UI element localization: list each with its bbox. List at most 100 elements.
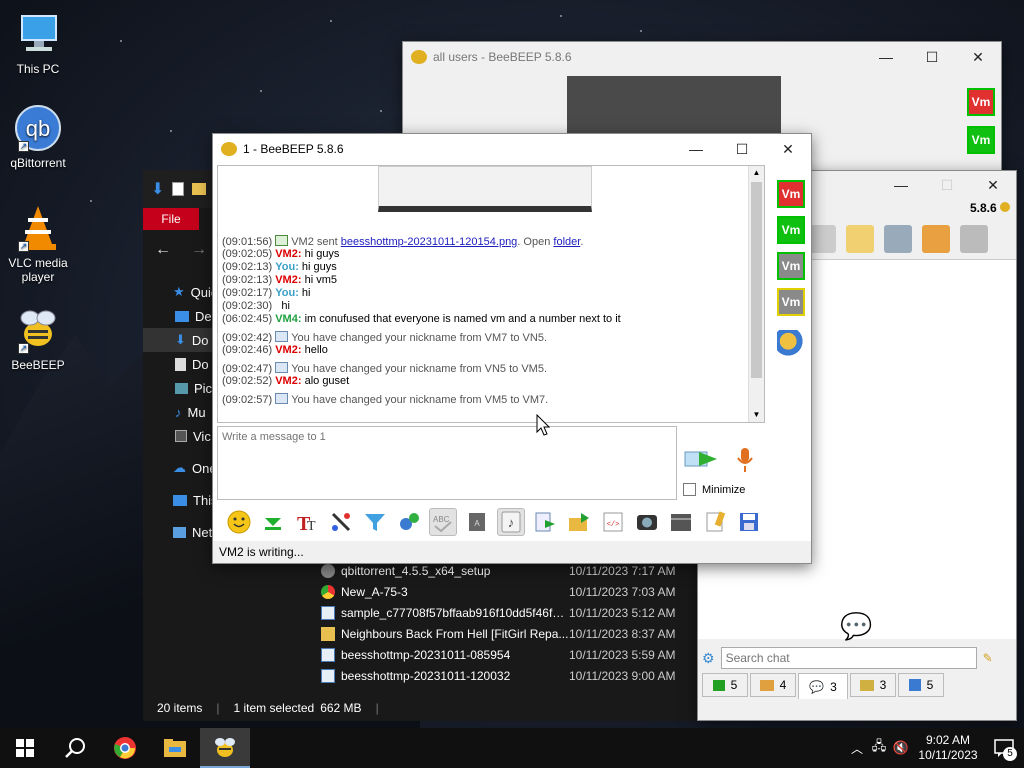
close-button[interactable]: ✕ (955, 42, 1001, 72)
scroll-down-icon[interactable]: ▼ (749, 408, 764, 422)
file-link[interactable]: beesshottmp-20231011-120154.png (341, 236, 518, 248)
tab-users[interactable]: 5 (702, 673, 748, 697)
chat-scrollbar[interactable]: ▲ ▼ (748, 166, 764, 422)
file-row[interactable]: Neighbours Back From Hell [FitGirl Repa.… (315, 623, 699, 644)
send-file-icon[interactable] (531, 508, 559, 536)
spellcheck-icon[interactable]: ABC (429, 508, 457, 536)
scroll-up-icon[interactable]: ▲ (749, 166, 764, 180)
update-icon[interactable] (922, 225, 950, 253)
folder-icon (321, 626, 335, 641)
forward-arrow-icon[interactable]: → (191, 241, 207, 259)
minimize-button[interactable]: — (673, 134, 719, 164)
minimize-button[interactable]: — (863, 42, 909, 72)
tab-chats[interactable]: 💬 3 (798, 673, 848, 699)
show-hidden-icons-icon[interactable]: ︿ (846, 740, 868, 757)
desktop-icon-beebeep[interactable]: ↗ BeeBEEP (0, 306, 78, 372)
notes-icon[interactable] (701, 508, 729, 536)
volume-muted-icon[interactable]: 🔇 (890, 740, 912, 756)
maximize-button[interactable]: ☐ (909, 42, 955, 72)
emoticon-icon[interactable] (225, 508, 253, 536)
notifications-button[interactable]: 5 (984, 728, 1024, 768)
desktop-icon-vlc[interactable]: ↗ VLC media player (0, 204, 78, 284)
minimize-button[interactable]: — (878, 170, 924, 200)
message-text: alo guset (304, 375, 350, 387)
clear-search-icon[interactable]: ✎ (983, 651, 993, 665)
clock[interactable]: 9:02 AM 10/11/2023 (912, 733, 984, 763)
microphone-button[interactable] (735, 446, 755, 474)
chrome-icon (321, 584, 335, 599)
down-arrow-icon[interactable]: ⬇ (151, 179, 164, 199)
save-chat-icon[interactable] (735, 508, 763, 536)
archive-icon[interactable] (667, 508, 695, 536)
taskbar-file-explorer[interactable] (150, 728, 200, 768)
user-avatar[interactable]: Vm (777, 288, 805, 316)
chat-titlebar[interactable]: 1 - BeeBEEP 5.8.6 — ☐ ✕ (213, 134, 811, 164)
user-avatar[interactable]: Vm (777, 216, 805, 244)
shared-screenshot-thumbnail[interactable] (378, 166, 592, 212)
minimize-checkbox[interactable] (683, 483, 696, 496)
close-button[interactable]: ✕ (765, 134, 811, 164)
user-avatar[interactable]: Vm (777, 252, 805, 280)
taskbar-chrome[interactable] (100, 728, 150, 768)
bee-icon (411, 50, 427, 64)
desktop-icon-this-pc[interactable]: This PC (0, 10, 78, 76)
send-button[interactable] (683, 444, 719, 474)
desktop-icon-qbittorrent[interactable]: qb ↗ qBittorrent (0, 104, 78, 170)
message-input[interactable] (218, 427, 676, 499)
chat-bubble-icon: 💬 (840, 611, 873, 641)
screenshot-icon[interactable] (633, 508, 661, 536)
file-row[interactable]: beesshottmp-20231011-120032 10/11/2023 9:… (315, 665, 699, 686)
trash-icon[interactable] (960, 225, 988, 253)
back-arrow-icon[interactable]: ← (155, 241, 171, 259)
tools-icon[interactable] (884, 225, 912, 253)
close-button[interactable]: ✕ (970, 170, 1016, 200)
file-transfer-icon (275, 235, 289, 246)
taskbar-beebeep[interactable] (200, 728, 250, 768)
network-icon[interactable]: 🖧 (868, 737, 890, 759)
qbittorrent-icon: qb ↗ (14, 104, 62, 152)
all-users-titlebar[interactable]: all users - BeeBEEP 5.8.6 — ☐ ✕ (403, 42, 1001, 72)
gears-icon[interactable] (395, 508, 423, 536)
dictionary-icon[interactable]: A (463, 508, 491, 536)
group-users-icon[interactable] (777, 330, 805, 358)
message-compose[interactable] (217, 426, 677, 500)
file-list: qbittorrent_4.5.5_x64_setup 10/11/2023 7:… (315, 560, 699, 686)
filter-icon[interactable] (361, 508, 389, 536)
send-folder-icon[interactable] (565, 508, 593, 536)
user-avatar[interactable]: Vm (967, 126, 995, 154)
search-input[interactable] (720, 647, 977, 669)
font-icon[interactable]: TT (293, 508, 321, 536)
user-avatar[interactable]: Vm (967, 88, 995, 116)
properties-icon[interactable] (172, 182, 185, 196)
music-icon: ♪ (175, 404, 182, 420)
sender-name: VM4 (275, 313, 298, 325)
scroll-thumb[interactable] (751, 182, 762, 378)
download-arrow-icon[interactable] (259, 508, 287, 536)
tab-groups[interactable]: 4 (750, 673, 796, 697)
html-icon[interactable]: </> (599, 508, 627, 536)
chat-message: (09:01:56) VM2 sent beesshottmp-20231011… (222, 235, 584, 248)
file-tab[interactable]: File (143, 208, 199, 230)
color-picker-icon[interactable] (327, 508, 355, 536)
chat-history[interactable]: (09:01:56) VM2 sent beesshottmp-20231011… (217, 165, 765, 423)
folder-icon[interactable] (192, 183, 207, 195)
search-button[interactable] (50, 728, 100, 768)
maximize-button[interactable]: ☐ (924, 170, 970, 200)
tab-group-chats[interactable]: 3 (850, 673, 896, 697)
star-icon: ★ (173, 284, 185, 299)
user-avatar[interactable]: Vm (777, 180, 805, 208)
folder-link[interactable]: folder (553, 236, 580, 248)
tab-shares[interactable]: 5 (898, 673, 944, 697)
maximize-button[interactable]: ☐ (719, 134, 765, 164)
minimize-checkbox-row[interactable]: Minimize (683, 483, 745, 496)
edit-icon[interactable] (846, 225, 874, 253)
disk-icon[interactable] (808, 225, 836, 253)
file-row[interactable]: beesshottmp-20231011-085954 10/11/2023 5:… (315, 644, 699, 665)
chat-message: (09:02:17) You: hi (222, 287, 311, 299)
gear-icon[interactable]: ⚙ (702, 650, 715, 667)
file-row[interactable]: New_A-75-3 10/11/2023 7:03 AM (315, 581, 699, 602)
file-row[interactable]: sample_c77708f57bffaab916f10dd5f46f99...… (315, 602, 699, 623)
music-note-icon[interactable]: ♪ (497, 508, 525, 536)
sender-name: You (275, 261, 296, 273)
start-button[interactable] (0, 728, 50, 768)
